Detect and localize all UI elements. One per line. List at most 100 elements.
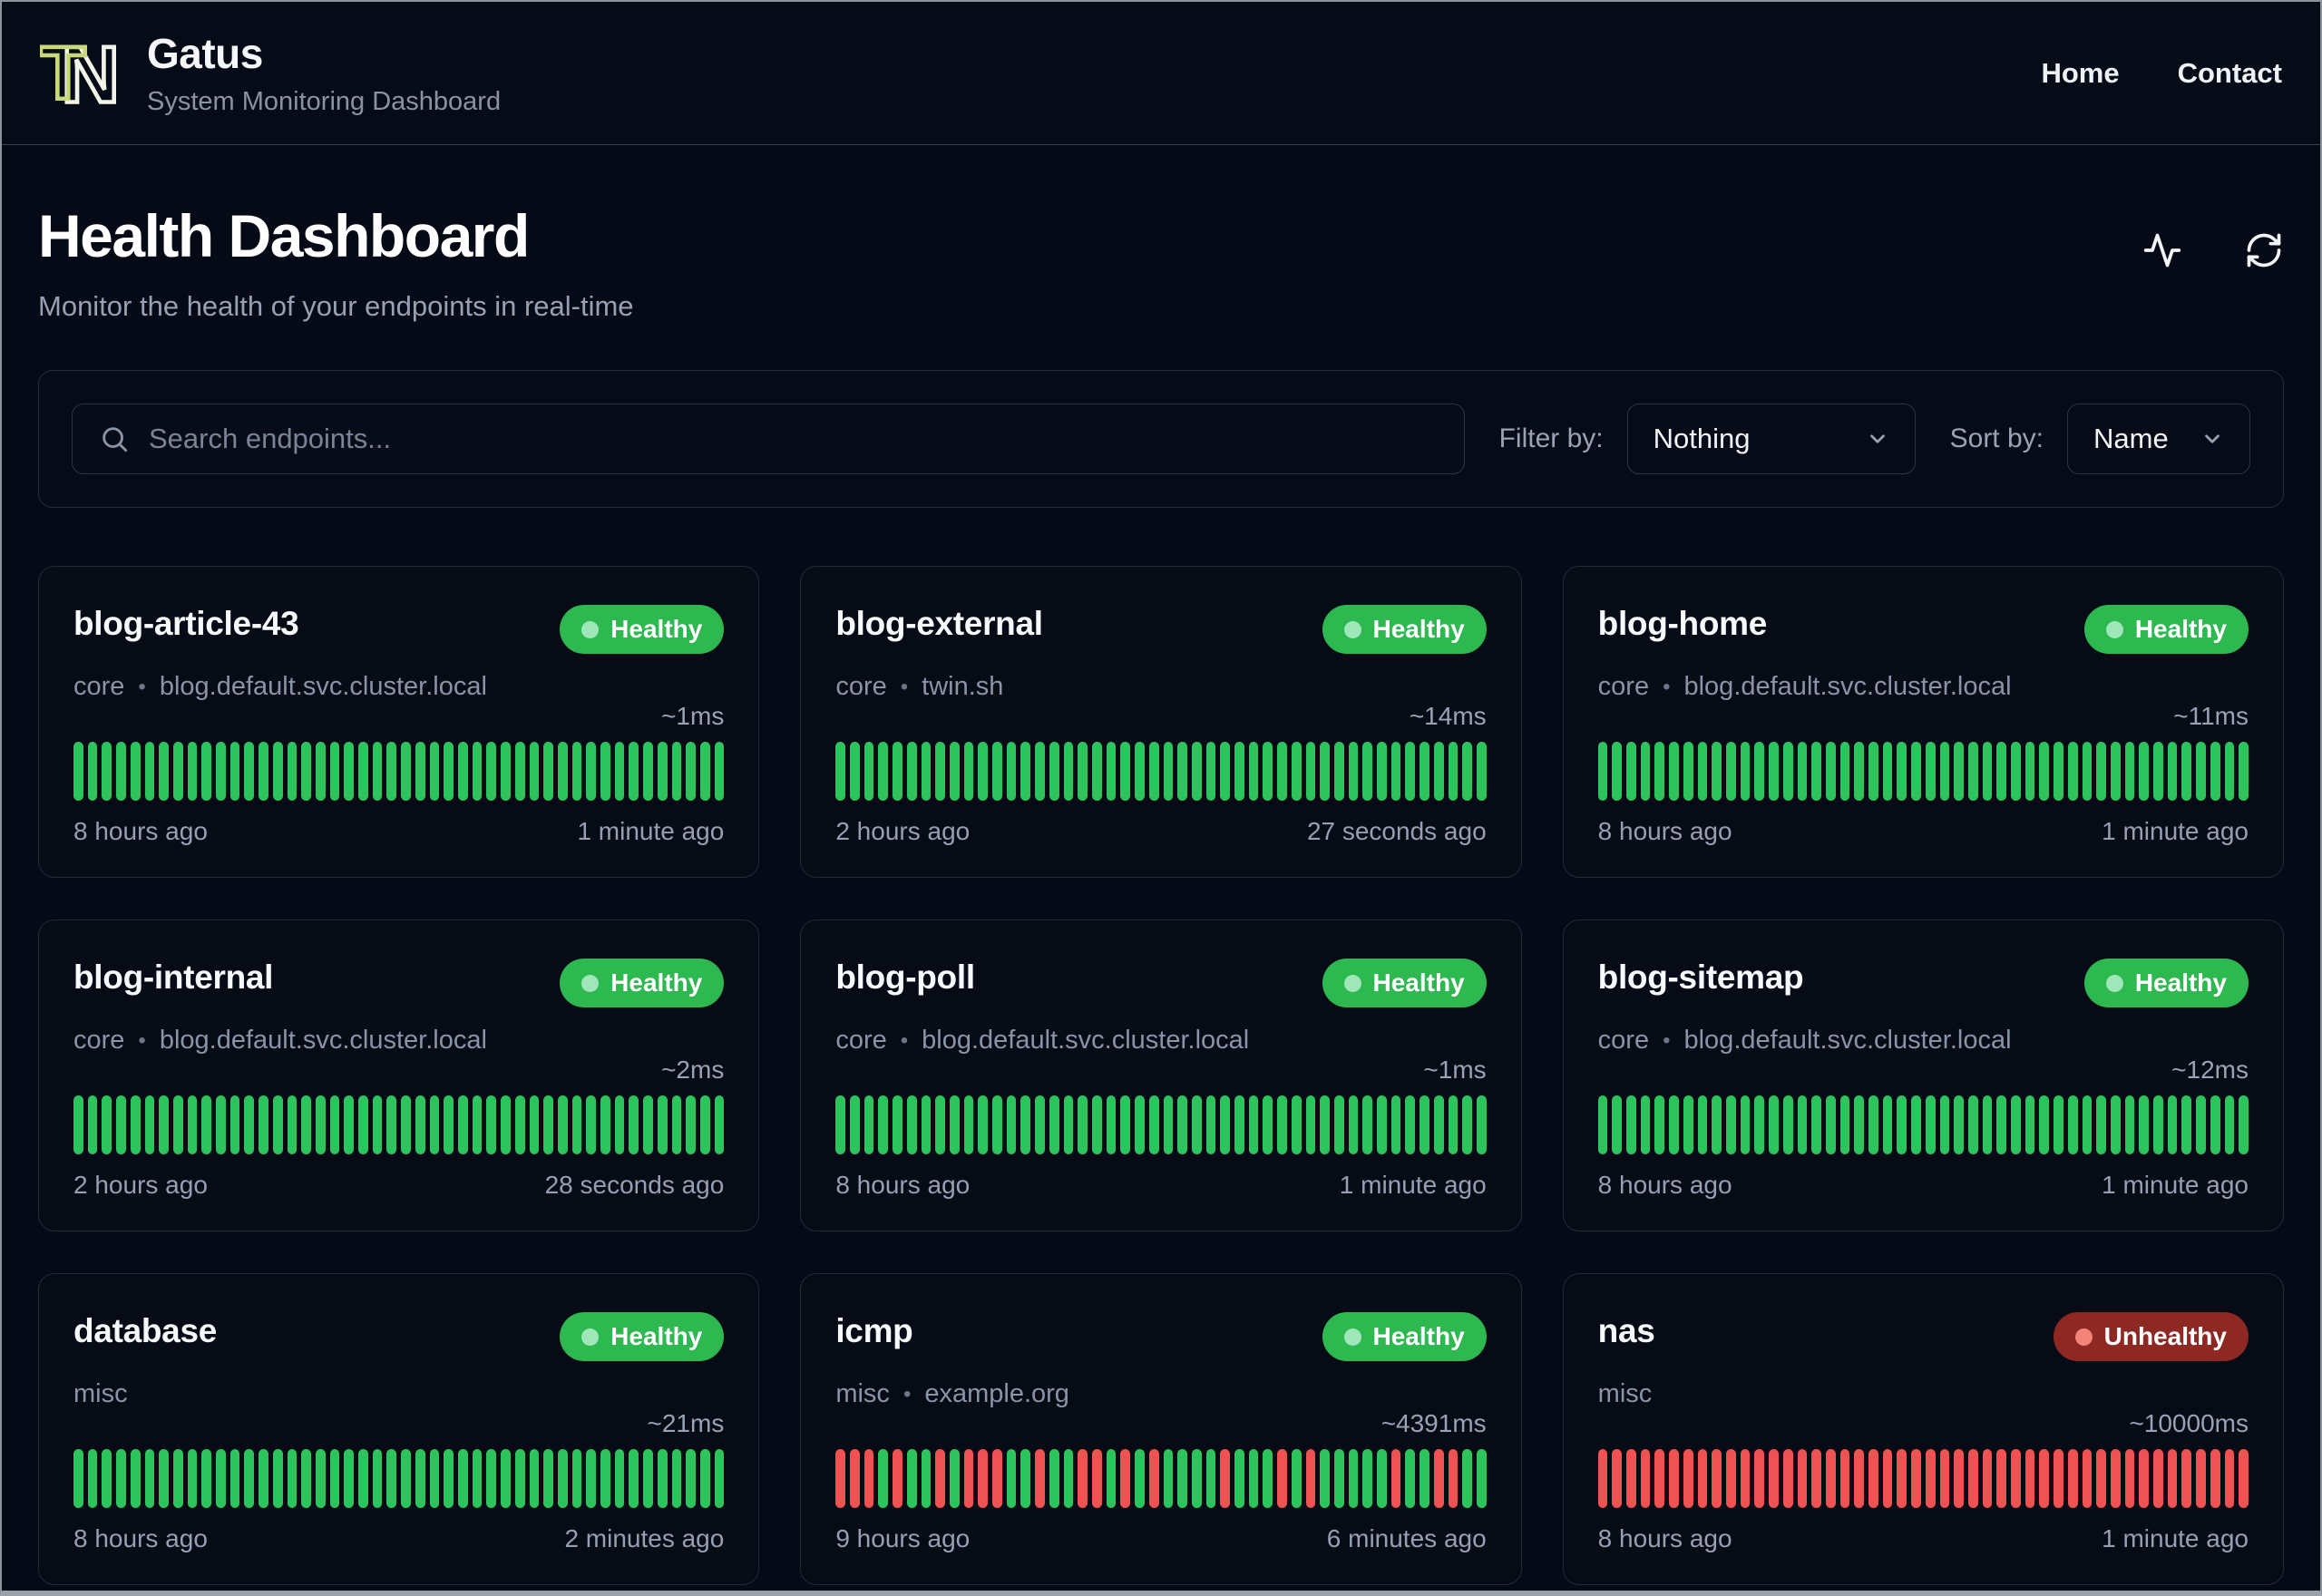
healthy-result-bar[interactable] — [906, 1095, 917, 1154]
healthy-result-bar[interactable] — [1163, 742, 1174, 801]
unhealthy-result-bar[interactable] — [1839, 1449, 1850, 1508]
healthy-result-bar[interactable] — [229, 1449, 240, 1508]
unhealthy-result-bar[interactable] — [1811, 1449, 1821, 1508]
healthy-result-bar[interactable] — [344, 742, 355, 801]
healthy-result-bar[interactable] — [963, 1095, 974, 1154]
healthy-result-bar[interactable] — [1263, 1449, 1273, 1508]
healthy-result-bar[interactable] — [1740, 1095, 1751, 1154]
healthy-result-bar[interactable] — [949, 1095, 960, 1154]
healthy-result-bar[interactable] — [2110, 742, 2121, 801]
healthy-result-bar[interactable] — [992, 742, 1002, 801]
healthy-result-bar[interactable] — [1612, 1095, 1623, 1154]
healthy-result-bar[interactable] — [1462, 1095, 1472, 1154]
healthy-result-bar[interactable] — [1939, 1095, 1950, 1154]
healthy-result-bar[interactable] — [415, 1449, 425, 1508]
healthy-result-bar[interactable] — [87, 1449, 98, 1508]
healthy-result-bar[interactable] — [629, 742, 639, 801]
unhealthy-result-bar[interactable] — [2011, 1449, 2021, 1508]
healthy-result-bar[interactable] — [102, 1095, 112, 1154]
healthy-result-bar[interactable] — [1091, 742, 1102, 801]
healthy-result-bar[interactable] — [1348, 1095, 1359, 1154]
healthy-result-bar[interactable] — [1911, 742, 1921, 801]
unhealthy-result-bar[interactable] — [835, 1449, 846, 1508]
healthy-result-bar[interactable] — [543, 742, 553, 801]
unhealthy-result-bar[interactable] — [2210, 1449, 2220, 1508]
healthy-result-bar[interactable] — [1120, 742, 1131, 801]
healthy-result-bar[interactable] — [272, 742, 283, 801]
refresh-icon[interactable] — [2244, 230, 2284, 270]
healthy-result-bar[interactable] — [906, 1449, 917, 1508]
healthy-result-bar[interactable] — [1362, 742, 1373, 801]
healthy-result-bar[interactable] — [1996, 742, 2007, 801]
healthy-result-bar[interactable] — [229, 742, 240, 801]
nav-link-contact[interactable]: Contact — [2178, 57, 2282, 90]
healthy-result-bar[interactable] — [2181, 742, 2192, 801]
healthy-result-bar[interactable] — [643, 742, 653, 801]
unhealthy-result-bar[interactable] — [1640, 1449, 1651, 1508]
healthy-result-bar[interactable] — [1390, 742, 1401, 801]
healthy-result-bar[interactable] — [1320, 742, 1330, 801]
healthy-result-bar[interactable] — [992, 1095, 1002, 1154]
healthy-result-bar[interactable] — [444, 742, 454, 801]
healthy-result-bar[interactable] — [457, 1095, 468, 1154]
healthy-result-bar[interactable] — [429, 742, 440, 801]
healthy-result-bar[interactable] — [2039, 742, 2050, 801]
healthy-result-bar[interactable] — [1049, 1449, 1059, 1508]
healthy-result-bar[interactable] — [1263, 742, 1273, 801]
unhealthy-result-bar[interactable] — [2139, 1449, 2150, 1508]
healthy-result-bar[interactable] — [1277, 1095, 1287, 1154]
healthy-result-bar[interactable] — [1291, 1095, 1302, 1154]
healthy-result-bar[interactable] — [486, 742, 497, 801]
unhealthy-result-bar[interactable] — [2153, 1449, 2163, 1508]
healthy-result-bar[interactable] — [2210, 742, 2220, 801]
healthy-result-bar[interactable] — [1825, 742, 1836, 801]
healthy-result-bar[interactable] — [201, 1449, 212, 1508]
healthy-result-bar[interactable] — [1405, 1095, 1416, 1154]
healthy-result-bar[interactable] — [372, 1449, 383, 1508]
healthy-result-bar[interactable] — [172, 742, 183, 801]
endpoint-card[interactable]: icmp Healthy misc • example.org ~4391ms … — [800, 1273, 1522, 1585]
healthy-result-bar[interactable] — [159, 742, 169, 801]
healthy-result-bar[interactable] — [1333, 1095, 1344, 1154]
healthy-result-bar[interactable] — [978, 742, 989, 801]
healthy-result-bar[interactable] — [1220, 742, 1231, 801]
healthy-result-bar[interactable] — [657, 742, 668, 801]
healthy-result-bar[interactable] — [2153, 1095, 2163, 1154]
healthy-result-bar[interactable] — [2096, 742, 2106, 801]
healthy-result-bar[interactable] — [699, 1095, 710, 1154]
unhealthy-result-bar[interactable] — [1725, 1449, 1736, 1508]
healthy-result-bar[interactable] — [244, 1095, 255, 1154]
healthy-result-bar[interactable] — [571, 742, 582, 801]
healthy-result-bar[interactable] — [1967, 1095, 1978, 1154]
healthy-result-bar[interactable] — [1148, 1095, 1159, 1154]
healthy-result-bar[interactable] — [1697, 1095, 1708, 1154]
unhealthy-result-bar[interactable] — [1854, 1449, 1865, 1508]
unhealthy-result-bar[interactable] — [1967, 1449, 1978, 1508]
healthy-result-bar[interactable] — [1135, 1449, 1145, 1508]
healthy-result-bar[interactable] — [1234, 1095, 1244, 1154]
healthy-result-bar[interactable] — [159, 1095, 169, 1154]
unhealthy-result-bar[interactable] — [1911, 1449, 1921, 1508]
endpoint-card[interactable]: blog-home Healthy core • blog.default.sv… — [1562, 566, 2284, 878]
healthy-result-bar[interactable] — [472, 1095, 483, 1154]
healthy-result-bar[interactable] — [2024, 1095, 2035, 1154]
healthy-result-bar[interactable] — [1320, 1095, 1330, 1154]
unhealthy-result-bar[interactable] — [1390, 1449, 1401, 1508]
healthy-result-bar[interactable] — [921, 742, 932, 801]
unhealthy-result-bar[interactable] — [1148, 1449, 1159, 1508]
healthy-result-bar[interactable] — [2096, 1095, 2106, 1154]
healthy-result-bar[interactable] — [2196, 742, 2206, 801]
healthy-result-bar[interactable] — [1925, 1095, 1936, 1154]
healthy-result-bar[interactable] — [1462, 742, 1472, 801]
healthy-result-bar[interactable] — [1825, 1095, 1836, 1154]
healthy-result-bar[interactable] — [1868, 1095, 1878, 1154]
healthy-result-bar[interactable] — [1020, 1095, 1031, 1154]
healthy-result-bar[interactable] — [1939, 742, 1950, 801]
healthy-result-bar[interactable] — [614, 1095, 625, 1154]
healthy-result-bar[interactable] — [73, 742, 83, 801]
healthy-result-bar[interactable] — [1996, 1095, 2007, 1154]
healthy-result-bar[interactable] — [1248, 1449, 1259, 1508]
healthy-result-bar[interactable] — [501, 1095, 511, 1154]
healthy-result-bar[interactable] — [1897, 1095, 1907, 1154]
healthy-result-bar[interactable] — [935, 1095, 945, 1154]
